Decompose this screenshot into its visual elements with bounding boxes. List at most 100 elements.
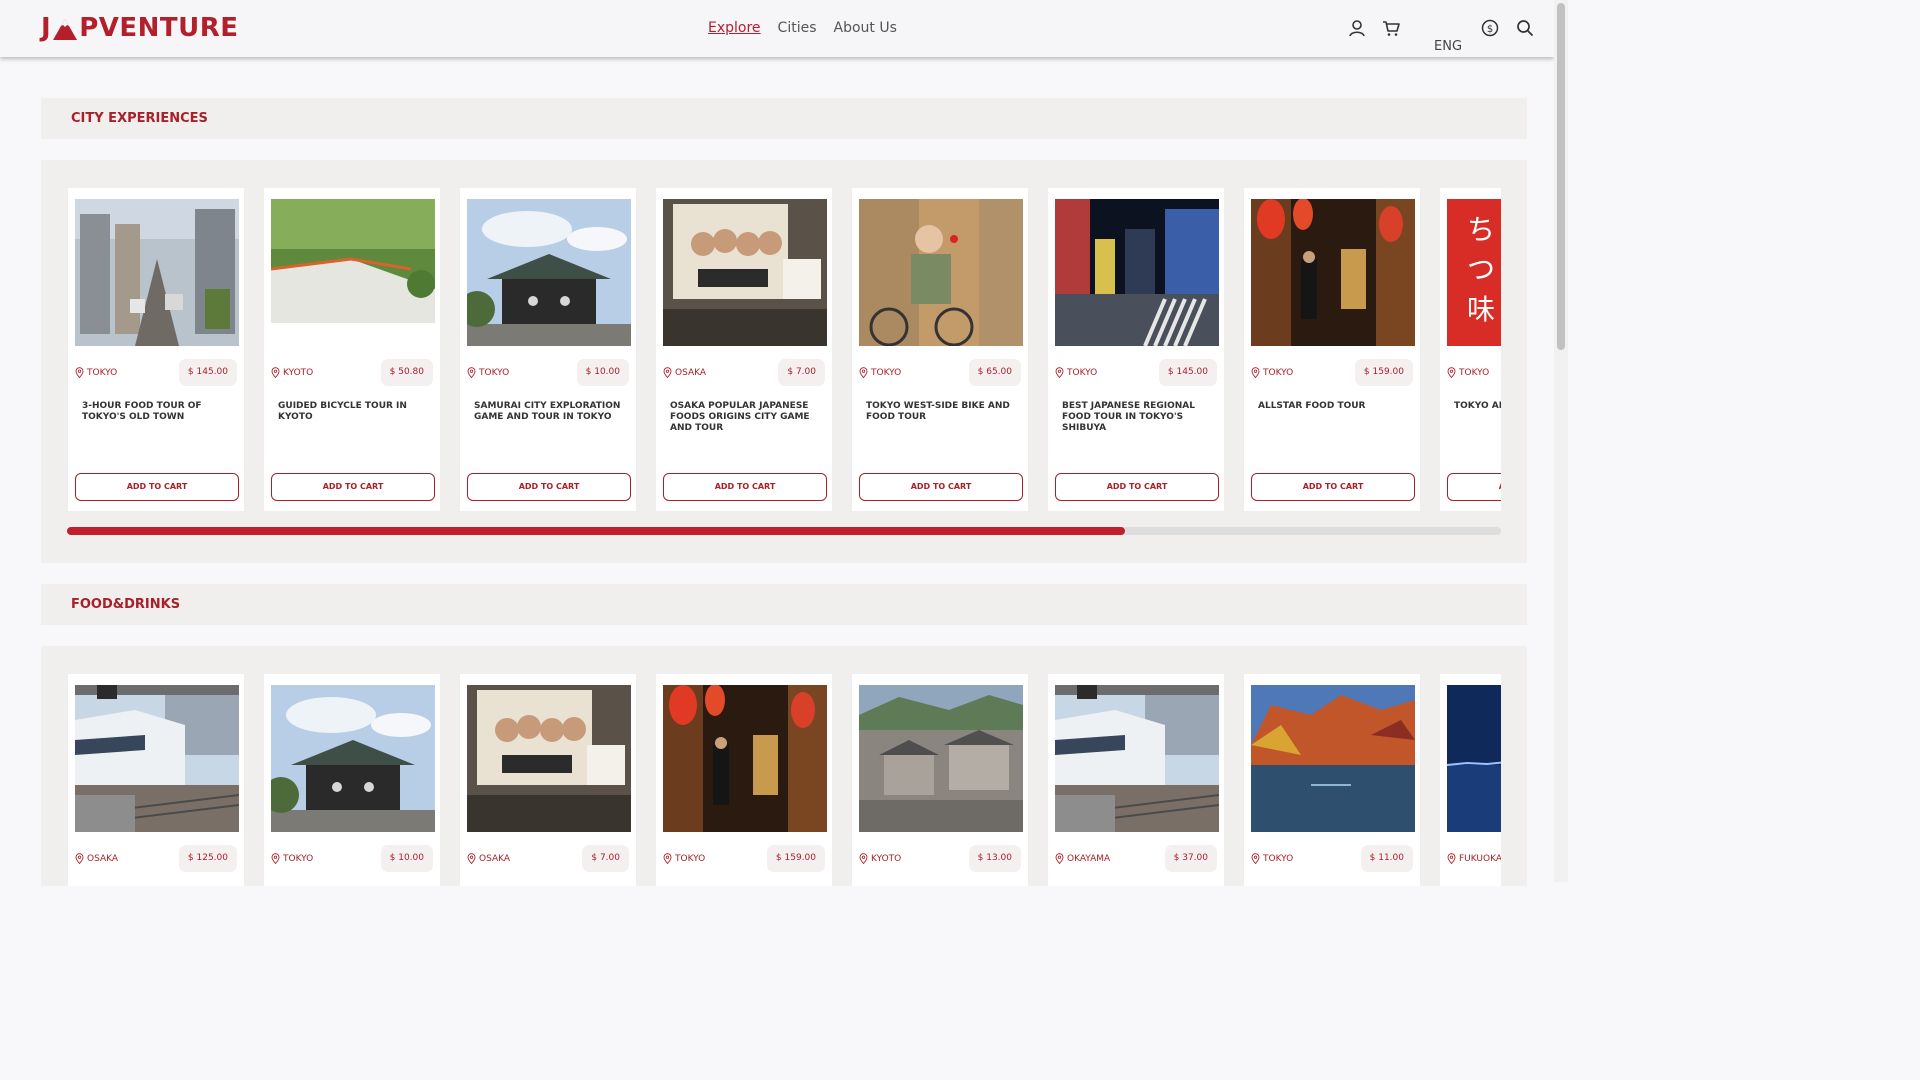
product-card[interactable]: TOKYO $ 159.00: [655, 673, 833, 886]
location-pin-icon: [75, 367, 84, 378]
location-label: KYOTO: [283, 367, 314, 378]
product-title[interactable]: SAMURAI CITY EXPLORATION GAME AND TOUR I…: [474, 401, 626, 423]
product-image[interactable]: [859, 685, 1023, 832]
product-card[interactable]: TOKYO $ 11.00: [1243, 673, 1421, 886]
site-header: J PVENTURE Explore Cities About Us ENG $: [0, 0, 1554, 57]
product-title[interactable]: ALLSTAR FOOD TOUR: [1258, 401, 1410, 412]
product-image[interactable]: [271, 199, 435, 346]
product-title[interactable]: BEST JAPANESE REGIONAL FOOD TOUR IN TOKY…: [1062, 401, 1214, 434]
location-pin-icon: [1251, 367, 1260, 378]
product-image[interactable]: [75, 685, 239, 832]
location-pin-icon: [1251, 853, 1260, 864]
product-card[interactable]: TOKYO $ 159.00 ALLSTAR FOOD TOUR ADD TO CAR…: [1243, 187, 1421, 512]
product-image[interactable]: [859, 199, 1023, 346]
add-to-cart-button[interactable]: ADD TO CART: [467, 473, 631, 501]
location-label: TOKYO: [283, 853, 314, 864]
svg-text:ち: ち: [1467, 213, 1495, 246]
product-title[interactable]: 3-HOUR FOOD TOUR OF TOKYO'S OLD TOWN: [82, 401, 234, 423]
product-card[interactable]: TOKYO $ 65.00 TOKYO WEST-SIDE BIKE AND FOO…: [851, 187, 1029, 512]
svg-text:味: 味: [1467, 293, 1495, 326]
product-image[interactable]: ちつ味: [1447, 199, 1501, 346]
product-card[interactable]: OSAKA $ 7.00: [459, 673, 637, 886]
product-location: TOKYO: [859, 367, 901, 378]
product-image[interactable]: [1447, 685, 1501, 832]
header-actions: ENG $: [0, 19, 1554, 54]
product-location: TOKYO: [1055, 367, 1097, 378]
language-selector[interactable]: ENG: [1434, 39, 1462, 54]
section-header-food-drinks: FOOD&DRINKS: [41, 584, 1527, 625]
product-card[interactable]: ちつ味 TOKYO TOKYO AF WALKING ADD TO CART: [1439, 187, 1501, 512]
location-label: FUKUOKA: [1459, 853, 1501, 864]
location-pin-icon: [663, 853, 672, 864]
product-title[interactable]: OSAKA POPULAR JAPANESE FOODS ORIGINS CIT…: [670, 401, 822, 434]
carousel-track[interactable]: OSAKA $ 125.00 TOKYO $ 10.00 OSAKA $ 7.00 TOKY…: [67, 673, 1501, 886]
product-card[interactable]: TOKYO $ 10.00: [263, 673, 441, 886]
location-pin-icon: [663, 367, 672, 378]
product-card[interactable]: TOKYO $ 10.00 SAMURAI CITY EXPLORATION GAM…: [459, 187, 637, 512]
svg-text:$: $: [1487, 24, 1493, 35]
product-card[interactable]: KYOTO $ 50.80 GUIDED BICYCLE TOUR IN KYOTO…: [263, 187, 441, 512]
product-image[interactable]: [75, 199, 239, 346]
carousel-scrollbar[interactable]: [67, 527, 1501, 535]
product-location: OSAKA: [467, 853, 510, 864]
search-icon[interactable]: [1516, 19, 1534, 37]
price-badge: $ 10.00: [380, 845, 433, 872]
add-to-cart-button[interactable]: ADD TO CART: [1055, 473, 1219, 501]
product-card[interactable]: TOKYO $ 145.00 3-HOUR FOOD TOUR OF TOKYO'S…: [67, 187, 245, 512]
product-image[interactable]: [1251, 199, 1415, 346]
product-image[interactable]: [663, 199, 827, 346]
product-image[interactable]: [1055, 199, 1219, 346]
product-card[interactable]: TOKYO $ 145.00 BEST JAPANESE REGIONAL FOOD…: [1047, 187, 1225, 512]
location-pin-icon: [1447, 367, 1456, 378]
add-to-cart-button[interactable]: ADD TO CART: [663, 473, 827, 501]
product-card[interactable]: OKAYAMA $ 37.00: [1047, 673, 1225, 886]
product-image[interactable]: [1251, 685, 1415, 832]
add-to-cart-button[interactable]: ADD TO CART: [75, 473, 239, 501]
product-card[interactable]: OSAKA $ 7.00 OSAKA POPULAR JAPANESE FOODS …: [655, 187, 833, 512]
product-location: OKAYAMA: [1055, 853, 1110, 864]
location-pin-icon: [859, 367, 868, 378]
product-location: TOKYO: [467, 367, 509, 378]
product-location: TOKYO: [663, 853, 705, 864]
product-location: TOKYO: [75, 367, 117, 378]
price-badge: $ 37.00: [1164, 845, 1217, 872]
cart-icon[interactable]: [1382, 19, 1400, 37]
product-title[interactable]: TOKYO WEST-SIDE BIKE AND FOOD TOUR: [866, 401, 1018, 423]
section-title: FOOD&DRINKS: [71, 597, 181, 612]
user-icon[interactable]: [1348, 19, 1366, 37]
currency-icon[interactable]: $: [1481, 19, 1499, 37]
section-header-city-experiences: CITY EXPERIENCES: [41, 98, 1527, 139]
price-badge: $ 145.00: [1158, 359, 1217, 386]
product-card[interactable]: FUKUOKA: [1439, 673, 1501, 886]
location-pin-icon: [75, 853, 84, 864]
product-image[interactable]: [467, 199, 631, 346]
product-location: FUKUOKA: [1447, 853, 1501, 864]
product-location: OSAKA: [75, 853, 118, 864]
product-card[interactable]: KYOTO $ 13.00: [851, 673, 1029, 886]
carousel-track[interactable]: TOKYO $ 145.00 3-HOUR FOOD TOUR OF TOKYO'S…: [67, 187, 1501, 517]
price-badge: $ 11.00: [1360, 845, 1413, 872]
location-pin-icon: [1055, 853, 1064, 864]
add-to-cart-button[interactable]: ADD TO CART: [1251, 473, 1415, 501]
product-card[interactable]: OSAKA $ 125.00: [67, 673, 245, 886]
location-label: TOKYO: [871, 367, 902, 378]
add-to-cart-button[interactable]: ADD TO CART: [1447, 473, 1501, 501]
price-badge: $ 159.00: [1354, 359, 1413, 386]
location-pin-icon: [1055, 367, 1064, 378]
product-title[interactable]: GUIDED BICYCLE TOUR IN KYOTO: [278, 401, 430, 423]
product-image[interactable]: [271, 685, 435, 832]
product-image[interactable]: [467, 685, 631, 832]
product-image[interactable]: [663, 685, 827, 832]
add-to-cart-button[interactable]: ADD TO CART: [859, 473, 1023, 501]
price-badge: $ 65.00: [968, 359, 1021, 386]
page-scrollbar[interactable]: [1554, 0, 1568, 882]
location-pin-icon: [271, 367, 280, 378]
add-to-cart-button[interactable]: ADD TO CART: [271, 473, 435, 501]
price-badge: $ 7.00: [778, 359, 825, 386]
carousel-scrollbar-fill[interactable]: [67, 527, 1126, 535]
price-badge: $ 145.00: [178, 359, 237, 386]
scrollbar-thumb[interactable]: [1557, 3, 1565, 350]
location-label: OKAYAMA: [1067, 853, 1111, 864]
product-image[interactable]: [1055, 685, 1219, 832]
product-title[interactable]: TOKYO AF WALKING: [1454, 401, 1501, 412]
